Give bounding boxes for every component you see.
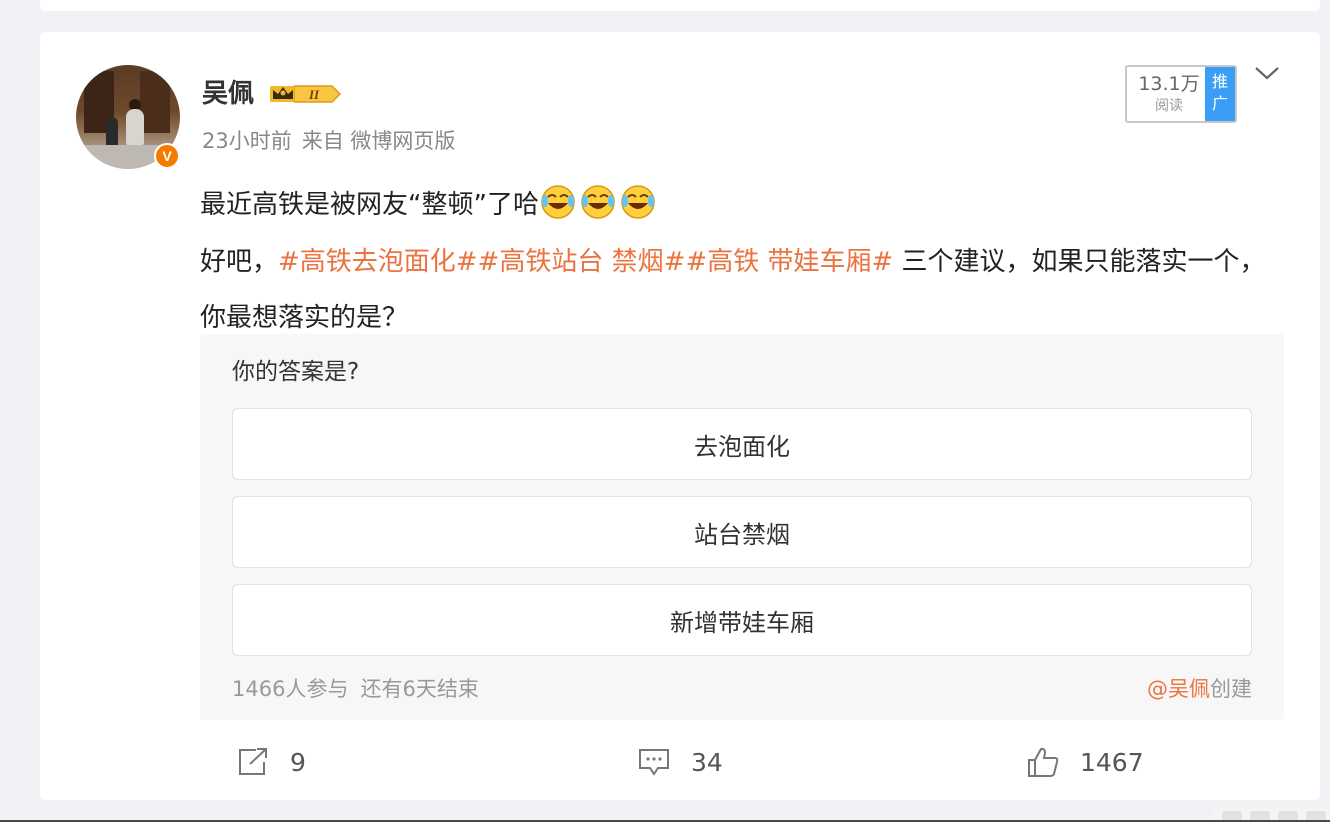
creator-mention-link[interactable]: @吴佩: [1147, 677, 1210, 701]
thumbs-up-icon: [1028, 747, 1059, 777]
promote-label: 推广: [1211, 72, 1228, 113]
poll-option[interactable]: 站台禁烟: [232, 496, 1252, 568]
comment-button[interactable]: 34: [637, 738, 723, 786]
post-text-line2: 好吧，#高铁去泡面化##高铁站台 禁烟##高铁 带娃车厢# 三个建议，如果只能落…: [200, 247, 1266, 333]
laugh-cry-emoji-icon: [541, 185, 575, 219]
author-name[interactable]: 吴佩: [202, 76, 254, 112]
previous-post-card: [40, 0, 1320, 11]
chevron-down-icon[interactable]: [1252, 62, 1282, 86]
hashtag-link[interactable]: #高铁去泡面化#: [278, 247, 478, 277]
share-button[interactable]: 9: [236, 738, 306, 786]
comment-icon: [639, 749, 669, 776]
poll-question: 你的答案是?: [232, 359, 360, 385]
laugh-cry-emoji-icon: [621, 185, 655, 219]
comment-count: 34: [691, 747, 723, 777]
poll-option[interactable]: 新增带娃车厢: [232, 584, 1252, 656]
member-level-badge-icon[interactable]: II: [294, 83, 342, 105]
post-text: 最近高铁是被网友“整顿”了哈 好吧，#高铁去泡面化##高铁站台 禁烟##高铁 带…: [200, 176, 1290, 346]
read-count-label: 阅读: [1155, 98, 1183, 114]
share-count: 9: [290, 747, 306, 777]
hashtag-link[interactable]: #高铁站台 禁烟#: [478, 247, 686, 277]
verified-badge-icon: V: [154, 143, 180, 169]
post-card: V 吴佩 II 23小时前 来自 微博网页版 13.1万 阅读 推广 最近高铁是被…: [40, 32, 1330, 822]
poll-card: 你的答案是? 去泡面化 站台禁烟 新增带娃车厢 1466人参与 还有6天结束 @吴…: [200, 334, 1284, 720]
like-count: 1467: [1080, 747, 1144, 777]
post-source: 来自 微博网页版: [301, 129, 456, 153]
read-count-box[interactable]: 13.1万 阅读 推广: [1125, 65, 1237, 123]
read-count: 13.1万: [1138, 73, 1200, 95]
post-text-line1: 最近高铁是被网友“整顿”了哈: [200, 176, 1290, 234]
poll-stats: 1466人参与 还有6天结束: [232, 674, 491, 704]
laugh-cry-emoji-icon: [581, 185, 615, 219]
poll-remaining: 还有6天结束: [360, 677, 479, 701]
poll-creator: @吴佩创建: [1147, 674, 1252, 704]
action-bar: 9 34 1467: [40, 738, 1320, 786]
promote-button[interactable]: 推广: [1205, 67, 1235, 121]
hashtag-link[interactable]: #高铁 带娃车厢#: [685, 247, 893, 277]
post-meta: 23小时前 来自 微博网页版: [202, 126, 465, 156]
poll-option[interactable]: 去泡面化: [232, 408, 1252, 480]
post-time[interactable]: 23小时前: [202, 129, 292, 153]
share-icon: [239, 748, 267, 775]
level-badge-text: II: [308, 87, 320, 102]
poll-participants: 1466人参与: [232, 677, 349, 701]
creator-suffix: 创建: [1210, 677, 1252, 701]
like-button[interactable]: 1467: [1026, 738, 1144, 786]
